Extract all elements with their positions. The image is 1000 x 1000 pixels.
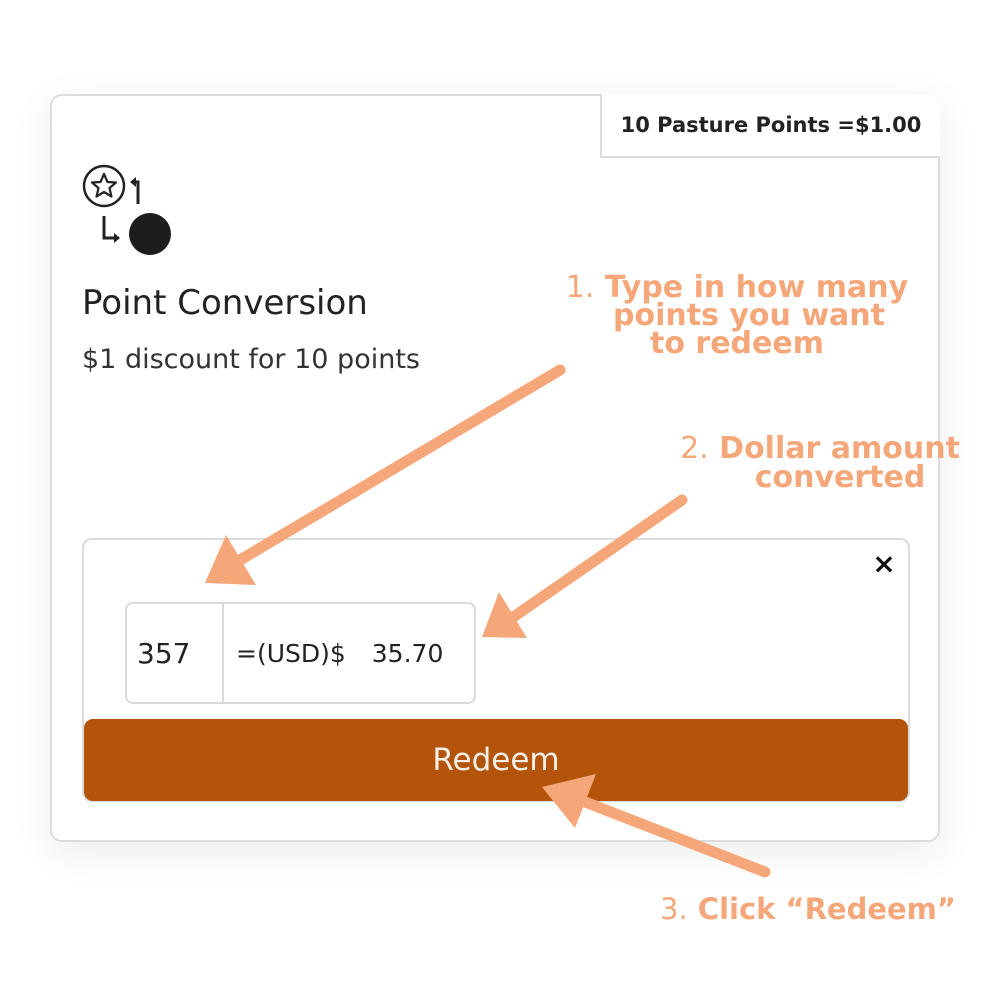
annotation-step-2: 2. Dollar amount converted xyxy=(660,431,980,495)
points-conversion-icon xyxy=(82,164,171,255)
annotation-step-1: 1. Type in how many points you want to r… xyxy=(552,273,922,361)
annotation-step-3-number: 3. xyxy=(660,892,688,926)
conversion-description: $1 discount for 10 points xyxy=(82,344,420,375)
annotation-step-3: 3. Click “Redeem” xyxy=(660,892,996,926)
page-title: Point Conversion xyxy=(82,283,368,323)
annotation-step-2-number: 2. xyxy=(680,431,709,466)
annotation-step-1-line-3: to redeem xyxy=(650,326,824,361)
annotation-step-2-line-2: converted xyxy=(754,460,926,495)
currency-label: =(USD)$ xyxy=(236,638,346,668)
usd-conversion-display: =(USD)$ 35.70 xyxy=(224,604,474,702)
points-conversion-input-group: =(USD)$ 35.70 xyxy=(125,602,476,704)
conversion-rate-badge: 10 Pasture Points =$1.00 xyxy=(600,94,940,158)
annotation-step-1-number: 1. xyxy=(565,270,595,305)
annotation-step-3-text: Click “Redeem” xyxy=(697,892,956,926)
points-input[interactable] xyxy=(127,604,224,702)
redeem-button[interactable]: Redeem xyxy=(84,719,908,801)
usd-amount: 35.70 xyxy=(371,638,444,668)
close-icon[interactable]: × xyxy=(868,548,900,580)
